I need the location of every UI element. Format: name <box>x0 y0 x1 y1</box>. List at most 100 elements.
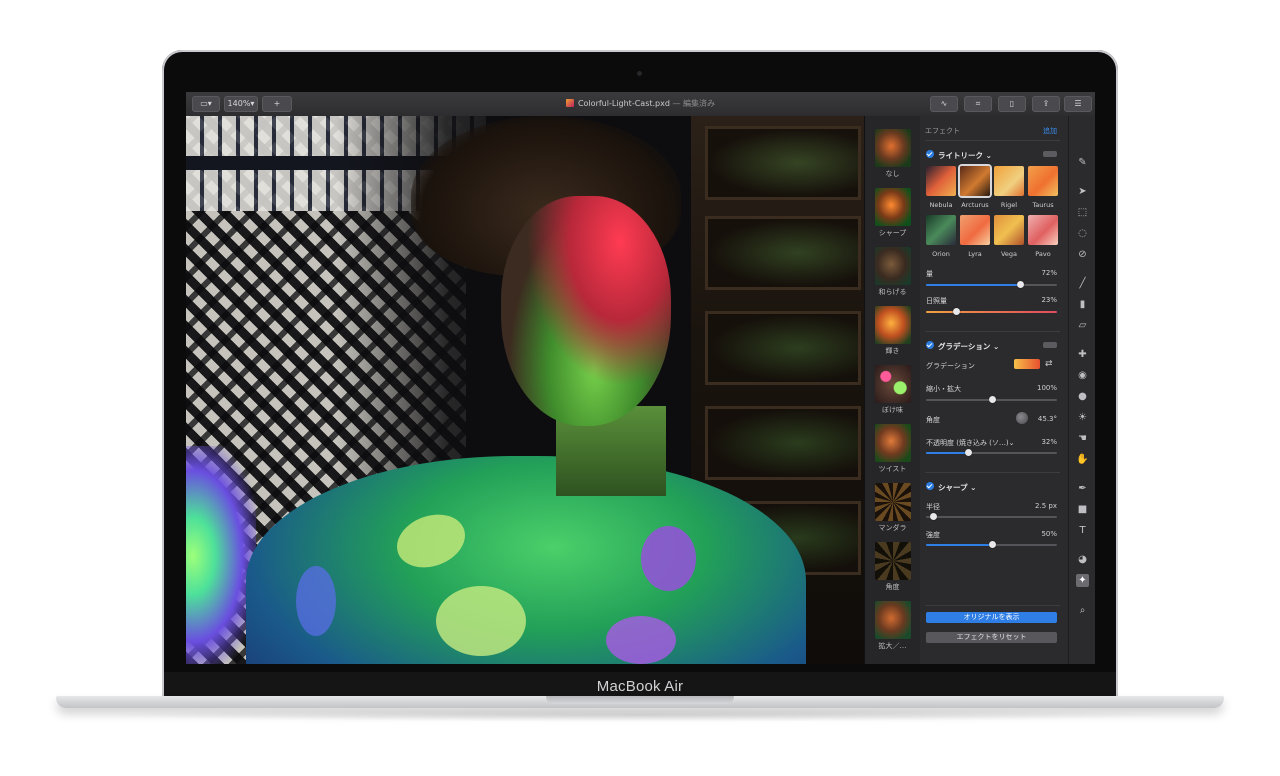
slider-knob[interactable] <box>964 449 972 456</box>
preset-label: ツイスト <box>878 465 907 473</box>
clone-icon[interactable]: ◉ <box>1076 369 1089 382</box>
pen-tool-button[interactable]: ∿ <box>930 96 958 112</box>
radius-slider[interactable] <box>926 513 1057 520</box>
text-icon[interactable]: T <box>1076 524 1089 537</box>
curve-icon: ∿ <box>940 99 948 108</box>
slider-knob[interactable] <box>953 308 961 315</box>
adjust-icon[interactable]: ✎ <box>1076 156 1089 169</box>
color-icon[interactable]: ◕ <box>1076 553 1089 566</box>
zoom-icon[interactable]: ⌕ <box>1076 604 1089 617</box>
gradient-title[interactable]: グラデーション ⌄ <box>938 341 999 352</box>
photo-canvas[interactable] <box>186 116 864 664</box>
share-button[interactable]: ⇪ <box>1032 96 1060 112</box>
shirt-flower <box>641 526 696 591</box>
arrow-icon[interactable]: ➤ <box>1076 185 1089 198</box>
window-title: Colorful-Light-Cast.pxd — 編集済み <box>186 98 1095 109</box>
effects-icon[interactable]: ✦ <box>1076 574 1089 587</box>
swatch-label: Orion <box>932 250 950 258</box>
slider-fill <box>926 452 968 454</box>
slider-knob[interactable] <box>929 513 937 520</box>
settings-button[interactable]: ☰ <box>1064 96 1092 112</box>
gradient-swatch[interactable] <box>1014 359 1040 369</box>
swatch-lyra[interactable] <box>960 215 990 245</box>
swatch-nebula[interactable] <box>926 166 956 196</box>
light-icon[interactable]: ☀ <box>1076 411 1089 424</box>
preset-label: 輝き <box>885 347 900 355</box>
shape-icon[interactable]: ■ <box>1076 503 1089 516</box>
swatch-vega[interactable] <box>994 215 1024 245</box>
preset-label: シャープ <box>878 229 907 237</box>
swatch-rigel[interactable] <box>994 166 1024 196</box>
eraser-icon[interactable]: ▱ <box>1076 319 1089 332</box>
preset-thumb[interactable] <box>875 542 911 580</box>
slider-fill <box>926 544 992 546</box>
swatch-orion[interactable] <box>926 215 956 245</box>
preset-thumb[interactable] <box>875 424 911 462</box>
angle-label: 角度 <box>926 416 940 424</box>
swatch-label: Lyra <box>968 250 982 258</box>
angle-value: 45.3° <box>1037 415 1057 423</box>
door-panel <box>705 406 861 480</box>
pen-icon[interactable]: ✒ <box>1076 482 1089 495</box>
crop-button[interactable]: ⌗ <box>964 96 992 112</box>
swatch-taurus[interactable] <box>1028 166 1058 196</box>
chevron-down-icon: ⌄ <box>967 483 977 492</box>
sharpen-title[interactable]: シャープ ⌄ <box>938 482 976 493</box>
slider-knob[interactable] <box>1017 281 1025 288</box>
preset-thumb[interactable] <box>875 365 911 403</box>
opacity-label[interactable]: 不透明度 (焼き込み (ソ…)⌄ <box>926 438 1015 448</box>
preset-thumb[interactable] <box>875 601 911 639</box>
light-leak-checkbox[interactable] <box>926 150 934 158</box>
strength-slider[interactable] <box>926 541 1057 548</box>
sharpen-checkbox[interactable] <box>926 482 934 490</box>
brush-icon[interactable]: ╱ <box>1076 277 1089 290</box>
opacity-slider[interactable] <box>926 449 1057 456</box>
swatch-pavo[interactable] <box>1028 215 1058 245</box>
preset-list: なし シャープ 和らげる 輝き ぼけ味 ツイスト マンダラ 角度 拡大／… <box>864 116 920 664</box>
add-effect-link[interactable]: 追加 <box>1043 126 1057 136</box>
app-window: ▭▾ 140%▾ + Colorful-Light-Cast.pxd — 編集済… <box>186 92 1095 664</box>
swap-icon[interactable]: ⇄ <box>1045 359 1053 369</box>
swatch-arcturus[interactable] <box>960 166 990 196</box>
divider <box>925 605 1060 606</box>
lasso-icon[interactable]: ◌ <box>1076 227 1089 240</box>
warp-icon[interactable]: ✋ <box>1076 453 1089 466</box>
divider <box>925 472 1060 473</box>
light-leak-options[interactable] <box>1043 151 1057 157</box>
reset-effects-button[interactable]: エフェクトをリセット <box>926 632 1057 643</box>
document-button[interactable]: ▯ <box>998 96 1026 112</box>
swatch-label: Arcturus <box>961 201 989 209</box>
gradient-checkbox[interactable] <box>926 341 934 349</box>
marquee-icon[interactable]: ⬚ <box>1076 206 1089 219</box>
repair-icon[interactable]: ✚ <box>1076 348 1089 361</box>
preset-thumb[interactable] <box>875 247 911 285</box>
show-original-button[interactable]: オリジナルを表示 <box>926 612 1057 623</box>
toolbar: ▭▾ 140%▾ + Colorful-Light-Cast.pxd — 編集済… <box>186 92 1095 117</box>
camera <box>637 71 642 76</box>
scale-slider[interactable] <box>926 396 1057 403</box>
quick-select-icon[interactable]: ⊘ <box>1076 248 1089 261</box>
shirt-flower <box>436 586 526 656</box>
preset-label: マンダラ <box>878 524 907 532</box>
title-separator: — <box>669 99 684 108</box>
smudge-icon[interactable]: ☚ <box>1076 432 1089 445</box>
chevron-down-icon: ⌄ <box>990 342 1000 351</box>
preset-thumb[interactable] <box>875 306 911 344</box>
blur-icon[interactable]: ● <box>1076 390 1089 403</box>
amount-value: 72% <box>1041 269 1057 277</box>
preset-thumb[interactable] <box>875 483 911 521</box>
preset-thumb[interactable] <box>875 129 911 167</box>
slider-knob[interactable] <box>988 396 996 403</box>
gradient-options[interactable] <box>1043 342 1057 348</box>
divider <box>925 331 1060 332</box>
exposure-label: 日照量 <box>926 297 947 305</box>
preset-thumb[interactable] <box>875 188 911 226</box>
paint-bucket-icon[interactable]: ▮ <box>1076 298 1089 311</box>
amount-slider[interactable] <box>926 281 1057 288</box>
slider-knob[interactable] <box>988 541 996 548</box>
preset-label: 和らげる <box>878 288 907 296</box>
light-leak-title[interactable]: ライトリーク ⌄ <box>938 150 992 161</box>
effects-header: エフェクト <box>925 127 960 135</box>
exposure-slider[interactable] <box>926 308 1057 315</box>
radius-value: 2.5 px <box>1035 502 1057 510</box>
